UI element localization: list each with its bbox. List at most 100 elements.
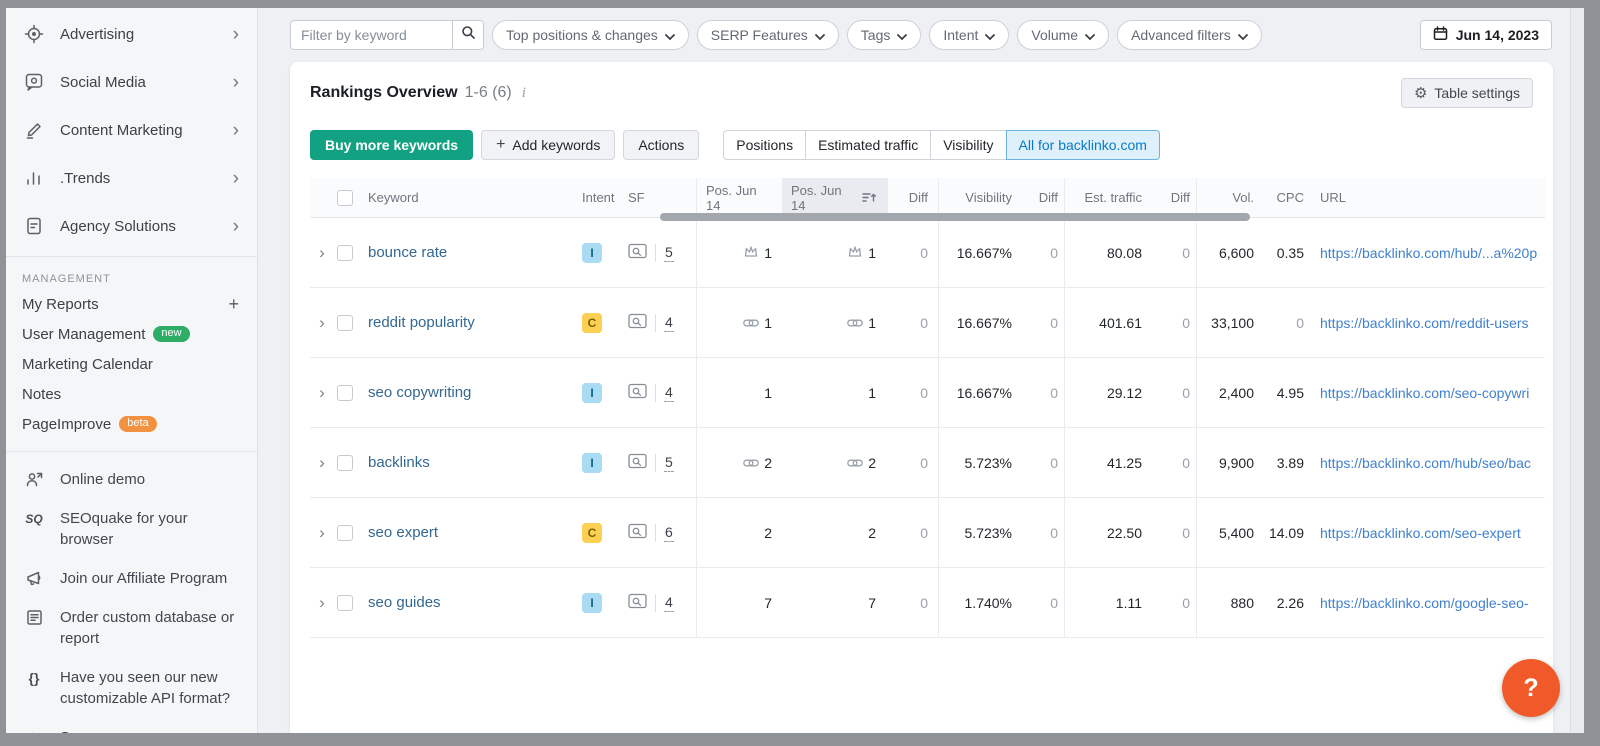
sidebar-item-online-demo[interactable]: Online demo: [6, 460, 257, 499]
sidebar-item-social-media[interactable]: Social Media ›: [6, 58, 257, 106]
row-expand-icon[interactable]: ›: [319, 593, 325, 613]
col-keyword[interactable]: Keyword: [364, 178, 576, 217]
filter-tags-dropdown[interactable]: Tags: [847, 20, 922, 50]
col-cpc[interactable]: CPC: [1258, 178, 1310, 217]
col-visibility[interactable]: Visibility: [938, 178, 1024, 217]
sidebar-item-marketing-calendar[interactable]: Marketing Calendar: [6, 349, 257, 379]
add-keywords-button[interactable]: + Add keywords: [481, 130, 615, 160]
sidebar-item-order-custom-database[interactable]: Order custom database or report: [6, 598, 257, 658]
keyword-link[interactable]: bounce rate: [368, 244, 447, 261]
sidebar-item-label: .Trends: [60, 170, 233, 187]
row-expand-icon[interactable]: ›: [319, 383, 325, 403]
sidebar-item-affiliate-program[interactable]: Join our Affiliate Program: [6, 559, 257, 598]
sidebar-item-seoquake[interactable]: SQ SEOquake for your browser: [6, 499, 257, 559]
row-expand-icon[interactable]: ›: [319, 243, 325, 263]
info-icon[interactable]: i: [522, 85, 526, 102]
intent-informational-badge[interactable]: I: [582, 243, 602, 263]
row-expand-icon[interactable]: ›: [319, 453, 325, 473]
actions-button[interactable]: Actions: [623, 130, 699, 160]
col-sf[interactable]: SF: [620, 178, 696, 217]
url-link[interactable]: https://backlinko.com/seo-copywri: [1320, 385, 1529, 401]
url-link[interactable]: https://backlinko.com/seo-expert: [1320, 525, 1521, 541]
sidebar-item-user-management[interactable]: User Management new: [6, 319, 257, 349]
sf-count[interactable]: 5: [664, 244, 674, 262]
col-diff-1[interactable]: Diff: [888, 178, 938, 217]
sidebar-item-trends[interactable]: .Trends ›: [6, 154, 257, 202]
sf-count[interactable]: 4: [664, 384, 674, 402]
filter-intent-dropdown[interactable]: Intent: [929, 20, 1009, 50]
sidebar-item-my-reports[interactable]: My Reports +: [6, 289, 257, 319]
url-link[interactable]: https://backlinko.com/hub/seo/bac: [1320, 455, 1531, 471]
target-icon: [22, 24, 46, 44]
sidebar-item-notes[interactable]: Notes: [6, 379, 257, 409]
col-url[interactable]: URL: [1310, 178, 1545, 217]
col-diff-2[interactable]: Diff: [1024, 178, 1064, 217]
intent-informational-badge[interactable]: I: [582, 593, 602, 613]
person-icon: [22, 470, 46, 489]
chevron-right-icon: ›: [233, 73, 239, 92]
buy-more-keywords-button[interactable]: Buy more keywords: [310, 130, 473, 160]
sidebar-item-agency-solutions[interactable]: Agency Solutions ›: [6, 202, 257, 250]
sf-count[interactable]: 6: [664, 524, 674, 542]
tab-all-for-domain[interactable]: All for backlinko.com: [1006, 130, 1160, 160]
intent-commercial-badge[interactable]: C: [582, 523, 602, 543]
col-intent[interactable]: Intent: [576, 178, 620, 217]
intent-informational-badge[interactable]: I: [582, 453, 602, 473]
keyword-link[interactable]: seo guides: [368, 594, 441, 611]
row-checkbox[interactable]: [337, 315, 353, 331]
tab-visibility[interactable]: Visibility: [931, 130, 1006, 160]
col-pos-jun-14[interactable]: Pos. Jun 14: [696, 178, 782, 217]
help-button[interactable]: ?: [1502, 659, 1560, 717]
sf-count[interactable]: 5: [664, 454, 674, 472]
table-row: › seo copywriting I 4 1 1 0 16.667% 0 29…: [310, 358, 1545, 428]
sidebar-item-content-marketing[interactable]: Content Marketing ›: [6, 106, 257, 154]
keyword-link[interactable]: backlinks: [368, 454, 430, 471]
filter-serp-features-dropdown[interactable]: SERP Features: [697, 20, 839, 50]
table-settings-button[interactable]: ⚙ Table settings: [1401, 78, 1533, 108]
traffic-value: 80.08: [1064, 218, 1156, 287]
plus-icon[interactable]: +: [228, 294, 239, 315]
volume-value: 880: [1196, 568, 1258, 637]
pos-value: 1: [868, 315, 876, 331]
sidebar-item-advertising[interactable]: Advertising ›: [6, 10, 257, 58]
keyword-link[interactable]: seo copywriting: [368, 384, 471, 401]
new-badge: new: [153, 326, 189, 342]
row-checkbox[interactable]: [337, 595, 353, 611]
row-checkbox[interactable]: [337, 455, 353, 471]
row-expand-icon[interactable]: ›: [319, 313, 325, 333]
col-est-traffic[interactable]: Est. traffic: [1064, 178, 1156, 217]
tab-positions[interactable]: Positions: [723, 130, 806, 160]
select-all-checkbox[interactable]: [337, 190, 353, 206]
vertical-scrollbar[interactable]: [1570, 8, 1584, 733]
col-diff-3[interactable]: Diff: [1156, 178, 1196, 217]
date-picker-button[interactable]: Jun 14, 2023: [1420, 20, 1552, 50]
col-volume[interactable]: Vol.: [1196, 178, 1258, 217]
col-pos-jun-14-sorted[interactable]: Pos. Jun 14: [782, 178, 888, 217]
search-button[interactable]: [452, 20, 484, 50]
row-checkbox[interactable]: [337, 245, 353, 261]
sidebar-item-sensor[interactable]: Sensor: [6, 718, 257, 733]
sf-count[interactable]: 4: [664, 314, 674, 332]
filter-volume-dropdown[interactable]: Volume: [1017, 20, 1109, 50]
url-link[interactable]: https://backlinko.com/hub/...a%20p: [1320, 245, 1537, 261]
sidebar-item-api-format[interactable]: {} Have you seen our new customizable AP…: [6, 658, 257, 718]
sf-count[interactable]: 4: [664, 594, 674, 612]
url-link[interactable]: https://backlinko.com/google-seo-: [1320, 595, 1529, 611]
result-range: 1-6 (6): [465, 84, 512, 102]
keyword-link[interactable]: reddit popularity: [368, 314, 475, 331]
sidebar-item-pageimprove[interactable]: PageImprove beta: [6, 409, 257, 439]
serp-features-icon: [628, 383, 647, 402]
tab-estimated-traffic[interactable]: Estimated traffic: [806, 130, 931, 160]
filter-advanced-dropdown[interactable]: Advanced filters: [1117, 20, 1262, 50]
keyword-filter-input[interactable]: [290, 20, 452, 50]
filter-top-positions-dropdown[interactable]: Top positions & changes: [492, 20, 689, 50]
row-checkbox[interactable]: [337, 525, 353, 541]
url-link[interactable]: https://backlinko.com/reddit-users: [1320, 315, 1529, 331]
row-checkbox[interactable]: [337, 385, 353, 401]
keyword-link[interactable]: seo expert: [368, 524, 438, 541]
intent-commercial-badge[interactable]: C: [582, 313, 602, 333]
row-expand-icon[interactable]: ›: [319, 523, 325, 543]
intent-informational-badge[interactable]: I: [582, 383, 602, 403]
horizontal-scrollbar[interactable]: [660, 213, 1250, 221]
management-section-header: MANAGEMENT: [6, 263, 257, 289]
